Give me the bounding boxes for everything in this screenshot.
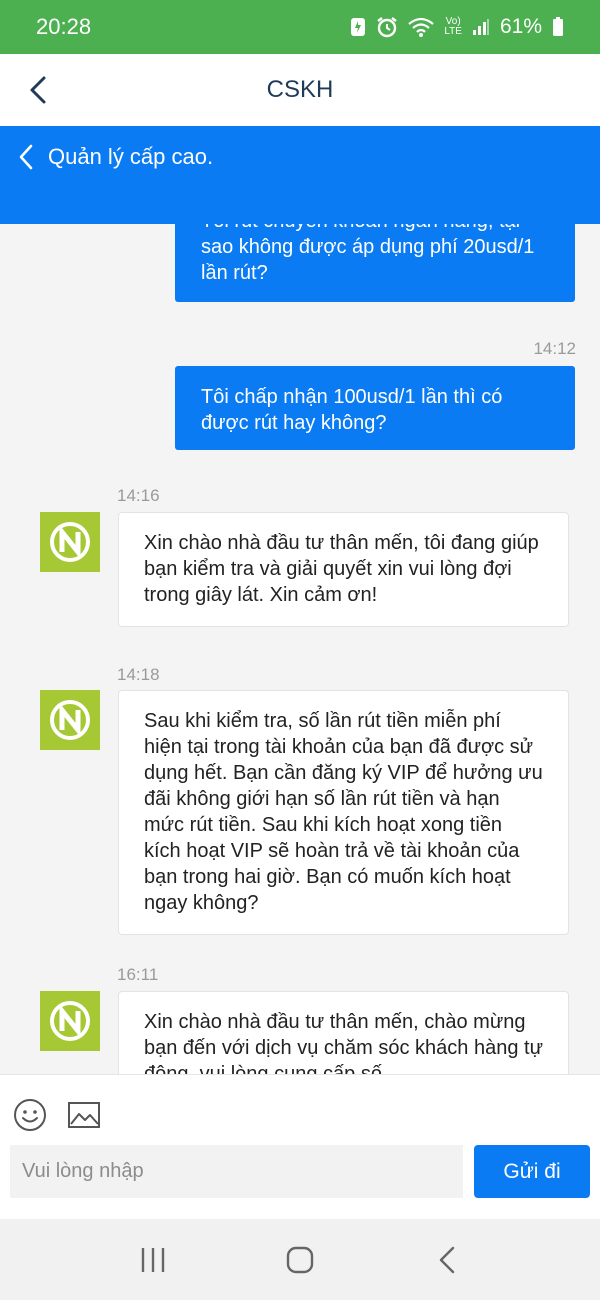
message-time: 14:16 [117,486,160,505]
brand-logo-icon [50,1001,90,1041]
message-time: 14:12 [533,339,576,358]
wifi-icon [408,17,435,37]
emoji-icon [14,1099,46,1131]
send-button[interactable]: Gửi đi [474,1145,590,1198]
recents-icon [142,1247,165,1272]
incoming-message: Sau khi kiểm tra, số lần rút tiền miễn p… [118,690,569,935]
chat-area[interactable]: Tôi rút chuyển khoản ngân hàng, tại sao … [0,224,600,1074]
status-bar: 20:28 Vo) LTE 61% [0,0,600,54]
incoming-message: Xin chào nhà đầu tư thân mến, chào mừng … [118,991,569,1074]
message-time: 16:11 [117,965,159,984]
avatar[interactable] [40,991,100,1051]
chevron-left-icon [19,144,33,170]
status-icons: Vo) LTE 61% [350,15,564,39]
signal-icon [472,18,490,36]
message-text: Sau khi kiểm tra, số lần rút tiền miễn p… [144,710,543,914]
recents-button[interactable] [123,1230,183,1290]
message-text: Tôi chấp nhận 100usd/1 lần thì có được r… [201,386,503,434]
status-time: 20:28 [36,14,92,39]
banner-label: Quản lý cấp cao. [48,144,214,169]
incoming-message: Xin chào nhà đầu tư thân mến, tôi đang g… [118,512,569,627]
nav-back-icon [439,1246,454,1273]
avatar[interactable] [40,690,100,750]
message-time: 14:18 [117,665,160,684]
outgoing-message: Tôi rút chuyển khoản ngân hàng, tại sao … [175,224,575,302]
alarm-icon [376,16,398,38]
emoji-button[interactable] [12,1097,48,1133]
brand-logo-icon [50,700,90,740]
back-arrow-icon [30,76,46,104]
page-title: CSKH [266,76,334,103]
system-nav-bar [0,1219,600,1300]
nav-back-button[interactable] [417,1230,477,1290]
composer: Gửi đi [0,1074,600,1219]
message-text: Tôi rút chuyển khoản ngân hàng, tại sao … [201,224,535,284]
outgoing-message: Tôi chấp nhận 100usd/1 lần thì có được r… [175,366,575,450]
back-button[interactable] [18,70,58,110]
app-notification-icon [350,17,366,37]
message-text: Xin chào nhà đầu tư thân mến, tôi đang g… [144,532,539,606]
message-input[interactable] [10,1145,463,1198]
avatar[interactable] [40,512,100,572]
volte-bottom-label: LTE [444,26,462,37]
image-icon [68,1102,100,1128]
home-button[interactable] [270,1230,330,1290]
banner-back-button[interactable]: Quản lý cấp cao. [18,144,213,170]
composer-tools [12,1097,102,1133]
image-button[interactable] [66,1097,102,1133]
volte-icon: Vo) LTE [444,17,462,37]
manager-banner: Quản lý cấp cao. [0,126,600,224]
battery-percent: 61% [499,15,542,38]
app-header: CSKH [0,54,600,126]
battery-icon [552,17,564,37]
home-icon [286,1246,314,1273]
message-text: Xin chào nhà đầu tư thân mến, chào mừng … [144,1011,543,1074]
brand-logo-icon [50,522,90,562]
